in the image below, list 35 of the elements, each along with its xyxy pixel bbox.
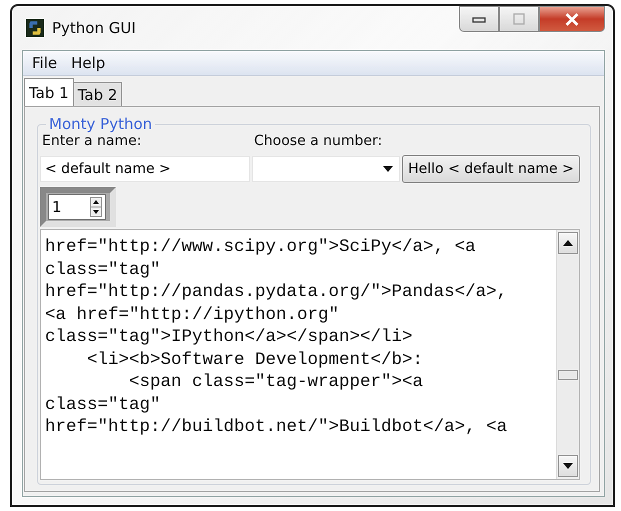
minimize-icon: [472, 15, 486, 23]
tab[interactable]: Tab 2: [72, 82, 122, 106]
code-line: href="http://pandas.pydata.org/">Pandas</a>,: [45, 281, 508, 304]
up-arrow-icon: [563, 240, 573, 246]
down-arrow-icon: [563, 463, 573, 469]
menu-item[interactable]: Help: [71, 54, 106, 72]
scrolled-text-area[interactable]: [40, 229, 580, 480]
scroll-up-button[interactable]: [558, 232, 578, 254]
close-icon: [564, 12, 580, 26]
code-line: class="tag">IPython</a></span></li>: [45, 326, 414, 348]
python-logo-icon: [26, 19, 44, 37]
field-label: Enter a name:: [41, 133, 142, 149]
dropdown-arrow-icon: [383, 166, 393, 172]
maximize-icon: [513, 13, 525, 25]
field-label: Choose a number:: [253, 133, 384, 149]
scrollbar-thumb[interactable]: [558, 370, 578, 380]
minimize-button[interactable]: [459, 6, 499, 32]
scroll-down-button[interactable]: [558, 455, 578, 477]
code-line: href="http://www.scipy.org">SciPy</a>, <a: [45, 236, 477, 258]
vertical-scrollbar[interactable]: [556, 230, 579, 479]
name-input-field[interactable]: < default name >: [40, 156, 250, 182]
close-button[interactable]: [539, 6, 605, 32]
code-line: class="tag": [45, 394, 162, 416]
code-line: <span class="tag-wrapper"><a: [128, 371, 424, 394]
code-line: <a href="http://ipython.org": [45, 304, 340, 326]
tab[interactable]: Tab 1: [24, 78, 74, 106]
menu-item[interactable]: File: [32, 54, 58, 72]
window-title: Python GUI: [52, 19, 136, 37]
spin-arrows-icon: [90, 197, 102, 217]
code-line: class="tag": [45, 258, 162, 281]
spinbox-field[interactable]: 1: [48, 194, 106, 220]
code-line: <li><b>Software Development</b>:: [86, 348, 424, 371]
group-title: Monty Python: [48, 115, 154, 133]
hello-button[interactable]: Hello < default name >: [402, 155, 580, 183]
code-line: href="http://buildbot.net/">Buildbot</a>, <a: [45, 416, 508, 438]
